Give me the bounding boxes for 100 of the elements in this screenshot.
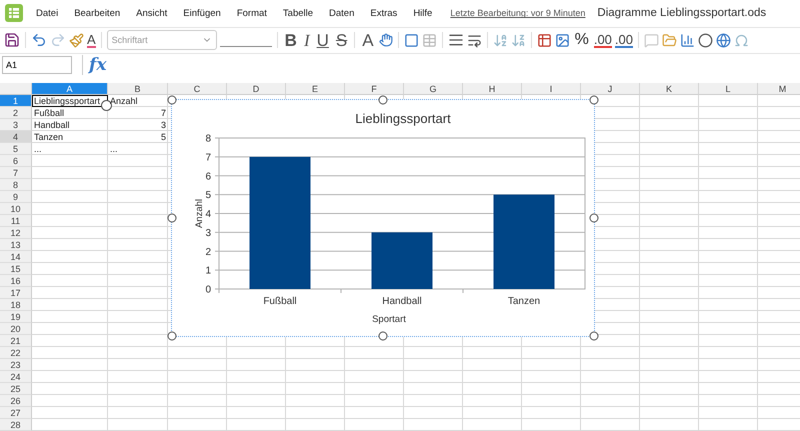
column-header[interactable]: I: [522, 83, 581, 95]
row-header[interactable]: 28: [0, 419, 32, 431]
column-header[interactable]: C: [168, 83, 227, 95]
border-icon[interactable]: [404, 32, 419, 48]
row-header[interactable]: 8: [0, 179, 32, 191]
column-header[interactable]: F: [345, 83, 404, 95]
paintbrush-icon[interactable]: [69, 32, 84, 48]
row-header[interactable]: 21: [0, 335, 32, 347]
folder-icon[interactable]: [662, 32, 677, 48]
row-header[interactable]: 25: [0, 383, 32, 395]
menu-item[interactable]: Tabelle: [282, 8, 314, 19]
row-header[interactable]: 15: [0, 263, 32, 275]
table-cell[interactable]: Tanzen: [32, 131, 108, 143]
save-icon[interactable]: [4, 32, 20, 48]
last-edit-link[interactable]: Letzte Bearbeitung: vor 9 Minuten: [450, 8, 586, 18]
y-tick-label: 4: [205, 209, 211, 220]
resize-handle[interactable]: [168, 214, 176, 222]
table-cell[interactable]: 5: [108, 131, 168, 143]
font-color-button[interactable]: A: [360, 32, 376, 49]
column-header[interactable]: D: [227, 83, 286, 95]
row-header[interactable]: 11: [0, 215, 32, 227]
hand-icon[interactable]: [378, 33, 393, 48]
row-header[interactable]: 1: [0, 95, 32, 107]
name-box[interactable]: A1: [2, 56, 72, 74]
fill-handle[interactable]: [101, 100, 112, 111]
italic-button[interactable]: I: [302, 32, 312, 49]
table-cell[interactable]: 3: [108, 119, 168, 131]
row-header[interactable]: 4: [0, 131, 32, 143]
row-header[interactable]: 10: [0, 203, 32, 215]
table-cell[interactable]: Lieblingssportart: [32, 95, 108, 107]
row-header[interactable]: 3: [0, 119, 32, 131]
row-header[interactable]: 6: [0, 155, 32, 167]
row-header[interactable]: 14: [0, 251, 32, 263]
row-header[interactable]: 27: [0, 407, 32, 419]
font-placeholder: Schriftart: [112, 35, 148, 46]
table-icon[interactable]: [536, 32, 552, 48]
menu-item[interactable]: Daten: [329, 8, 354, 19]
column-header[interactable]: L: [699, 83, 758, 95]
row-header[interactable]: 23: [0, 359, 32, 371]
column-header[interactable]: B: [108, 83, 168, 95]
bar-chart-icon[interactable]: [680, 32, 695, 48]
percent-button[interactable]: %: [572, 32, 591, 48]
table-cell[interactable]: Fußball: [32, 107, 108, 119]
table-cell[interactable]: Anzahl: [108, 95, 168, 107]
column-header[interactable]: J: [581, 83, 640, 95]
row-header[interactable]: 7: [0, 167, 32, 179]
x-category-label: Fußball: [263, 296, 297, 307]
menu-item[interactable]: Format: [236, 8, 267, 19]
row-header[interactable]: 2: [0, 107, 32, 119]
column-header[interactable]: G: [404, 83, 463, 95]
y-tick-label: 1: [205, 266, 211, 277]
clear-format-button[interactable]: A: [87, 32, 96, 48]
y-tick-label: 7: [205, 152, 211, 164]
row-header[interactable]: 26: [0, 395, 32, 407]
menu-item[interactable]: Datei: [36, 8, 58, 19]
menu-item[interactable]: Bearbeiten: [74, 8, 120, 19]
image-icon[interactable]: [554, 32, 570, 48]
resize-handle[interactable]: [590, 332, 598, 340]
row-header[interactable]: 24: [0, 371, 32, 383]
table-cell[interactable]: Handball: [32, 119, 108, 131]
document-title: Diagramme Lieblingssportart.ods: [597, 7, 766, 20]
row-header[interactable]: 5: [0, 143, 32, 155]
bar: [372, 232, 432, 289]
row-header[interactable]: 22: [0, 347, 32, 359]
globe-icon[interactable]: [716, 32, 731, 48]
strikethrough-button[interactable]: S: [334, 32, 350, 49]
row-header[interactable]: 9: [0, 191, 32, 203]
undo-icon[interactable]: [31, 32, 47, 48]
row-header[interactable]: 12: [0, 227, 32, 239]
column-header[interactable]: H: [463, 83, 522, 95]
underline-button[interactable]: U: [314, 32, 331, 49]
column-header[interactable]: A: [32, 83, 108, 95]
bold-button[interactable]: B: [282, 32, 299, 49]
row-header[interactable]: 18: [0, 299, 32, 311]
table-cell[interactable]: 7: [108, 107, 168, 119]
column-header[interactable]: E: [286, 83, 345, 95]
menu-item[interactable]: Extras: [370, 8, 398, 19]
wrap-text-icon[interactable]: [466, 32, 482, 48]
remove-decimal-button[interactable]: .00: [594, 32, 612, 48]
function-wizard-button[interactable]: fx: [82, 55, 106, 76]
menu-item[interactable]: Ansicht: [136, 8, 168, 19]
row-header[interactable]: 20: [0, 323, 32, 335]
add-decimal-button[interactable]: .00: [614, 32, 633, 48]
row-header[interactable]: 16: [0, 275, 32, 287]
column-header[interactable]: K: [640, 83, 699, 95]
menu-item[interactable]: Einfügen: [183, 8, 221, 19]
row-header[interactable]: 19: [0, 311, 32, 323]
resize-handle[interactable]: [378, 96, 388, 104]
table-cell[interactable]: ...: [32, 143, 108, 155]
menu-item[interactable]: Hilfe: [413, 8, 432, 19]
table-cell[interactable]: ...: [108, 143, 168, 155]
resize-handle[interactable]: [590, 214, 598, 222]
y-axis-title: Anzahl: [194, 198, 205, 228]
ellipse-icon[interactable]: [698, 32, 713, 48]
row-header[interactable]: 13: [0, 239, 32, 251]
align-icon[interactable]: [448, 32, 464, 48]
row-header[interactable]: 17: [0, 287, 32, 299]
x-axis-title: Sportart: [372, 314, 406, 325]
resize-handle[interactable]: [378, 332, 388, 340]
column-header[interactable]: M: [758, 83, 800, 95]
